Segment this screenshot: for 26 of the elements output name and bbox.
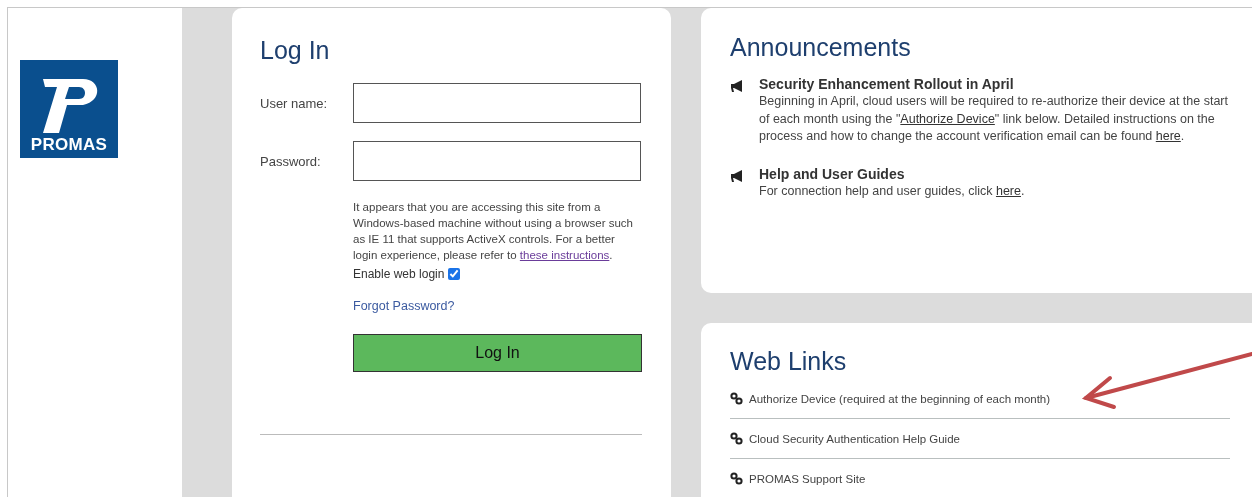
text-link[interactable]: here bbox=[1155, 129, 1181, 143]
input-field[interactable] bbox=[353, 83, 641, 123]
web-link[interactable]: Cloud Security Authentication Help Guide bbox=[749, 432, 960, 445]
announcement-text: Beginning in April, cloud users will be required to re-authorize their device at the start of each month using the "Authorize Device" link below. Detailed instructions on the process and how to change the account verification email can be found here. bbox=[759, 93, 1229, 145]
field-label: User name: bbox=[260, 95, 329, 111]
announcement-text: For connection help and user guides, click here. bbox=[759, 182, 1026, 200]
login-button[interactable]: Log In bbox=[353, 334, 642, 372]
text-link[interactable]: Authorize Device bbox=[900, 111, 995, 126]
forgot-password-link[interactable]: Forgot Password? bbox=[353, 299, 455, 313]
text-link[interactable]: here bbox=[995, 183, 1021, 198]
field-label: Password: bbox=[260, 153, 322, 169]
input-field[interactable] bbox=[353, 141, 641, 181]
announcement-heading: Security Enhancement Rollout in April bbox=[759, 76, 1015, 92]
web-link[interactable]: Authorize Device (required at the beginning of each month) bbox=[749, 392, 1051, 405]
announcement-heading: Help and User Guides bbox=[759, 165, 906, 182]
logo-text: PROMAS bbox=[30, 135, 108, 155]
checkbox-label: Enable web login bbox=[353, 267, 445, 281]
link-icon bbox=[730, 472, 743, 485]
announcements-title: Announcements bbox=[730, 33, 912, 62]
login-title: Log In bbox=[260, 36, 331, 65]
web-links-title: Web Links bbox=[730, 347, 848, 376]
browser-notice: It appears that you are accessing this site from a Windows-based machine without using a browser such as IE 11 that supports ActiveX controls. For a better login experience, please refer to these instructions. bbox=[353, 200, 634, 263]
link-icon bbox=[730, 432, 743, 445]
enable-web-login-checkbox[interactable] bbox=[448, 268, 461, 280]
link-icon bbox=[730, 392, 743, 405]
web-link[interactable]: PROMAS Support Site bbox=[749, 472, 866, 485]
